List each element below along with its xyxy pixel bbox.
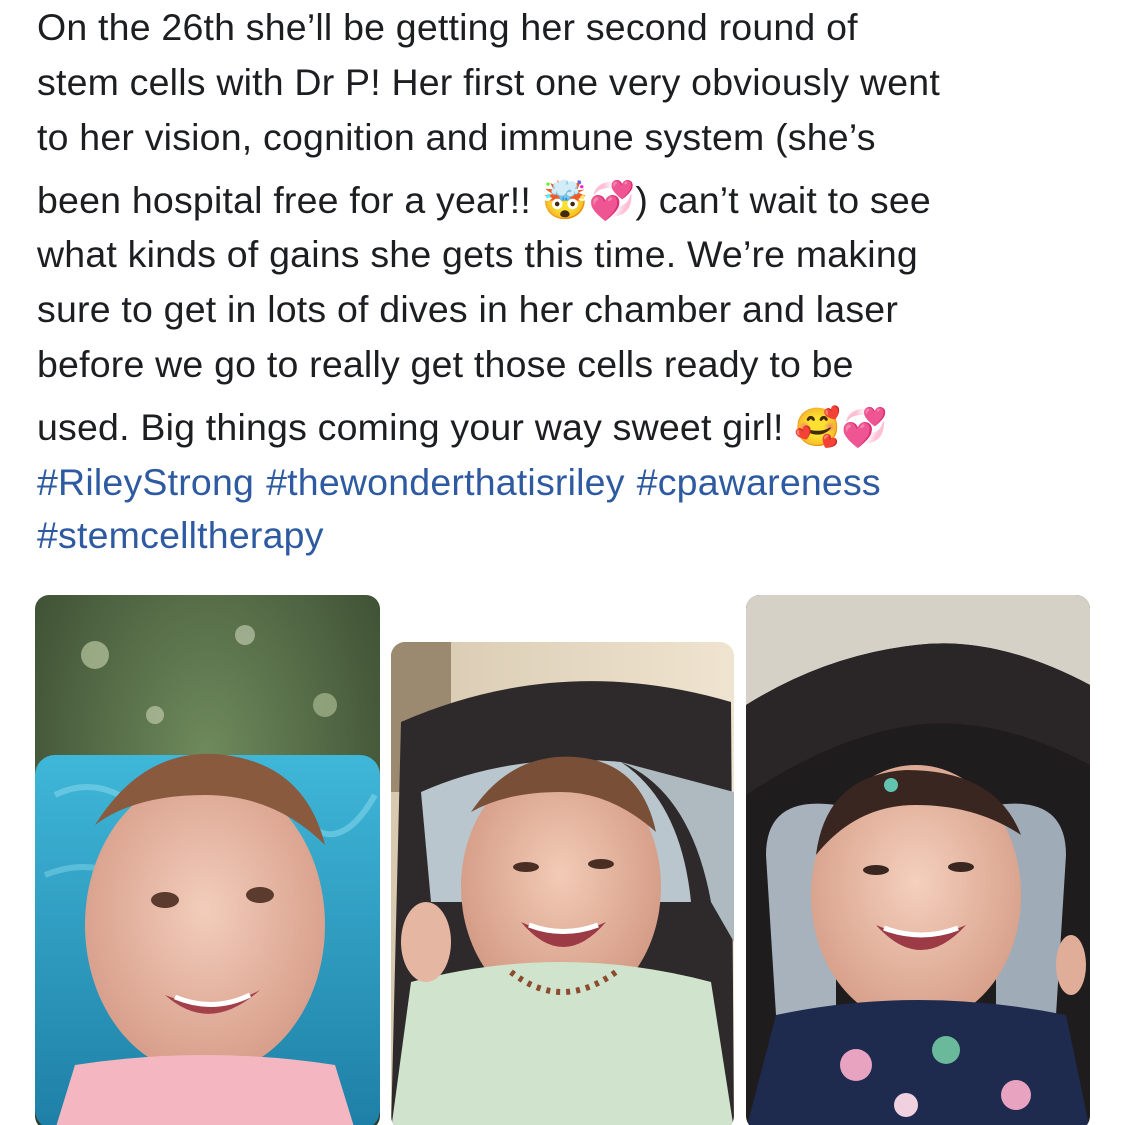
post-line-8: used. Big things coming your way sweet g… (37, 406, 889, 448)
photo-child-stroller (746, 595, 1090, 1125)
hashtag-link[interactable]: #stemcelltherapy (37, 514, 324, 556)
post-line-3: to her vision, cognition and immune syst… (37, 116, 876, 158)
post-line-2: stem cells with Dr P! Her first one very… (37, 61, 940, 103)
post-line-5: what kinds of gains she gets this time. … (37, 233, 918, 275)
post-line-4: been hospital free for a year!! 🤯💞) can’… (37, 179, 931, 221)
post-line-7: before we go to really get those cells r… (37, 343, 854, 385)
photo-child-blue-chair (35, 595, 380, 1125)
photo-2[interactable] (391, 642, 734, 1125)
hashtag-link[interactable]: #thewonderthatisriley (266, 461, 625, 503)
photo-1[interactable] (35, 595, 380, 1125)
hashtag-list: #RileyStrong #thewonderthatisriley #cpawar… (37, 456, 893, 562)
hashtag-link[interactable]: #cpawareness (637, 461, 881, 503)
photo-child-couch (391, 642, 734, 1125)
post-line-1: On the 26th she’ll be getting her second… (37, 6, 858, 48)
post-body: On the 26th she’ll be getting her second… (37, 0, 1097, 454)
post-line-6: sure to get in lots of dives in her cham… (37, 288, 899, 330)
hashtag-link[interactable]: #RileyStrong (37, 461, 254, 503)
photo-3[interactable] (746, 595, 1090, 1125)
